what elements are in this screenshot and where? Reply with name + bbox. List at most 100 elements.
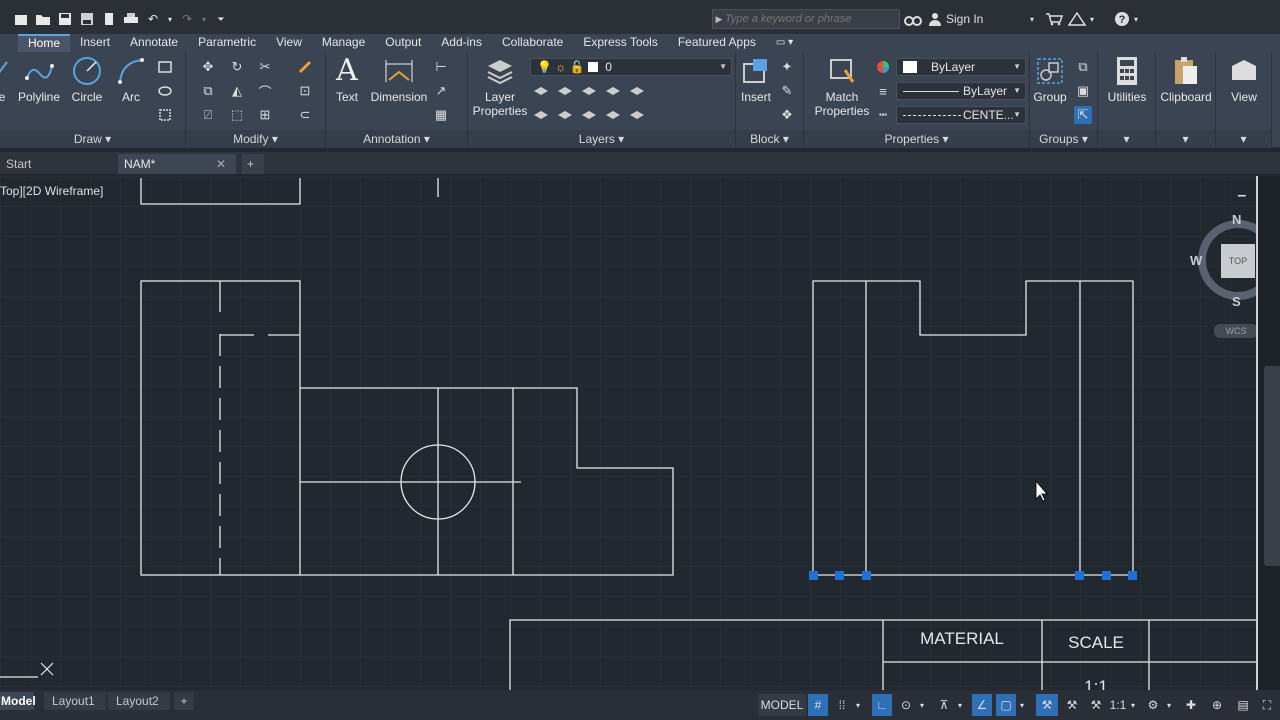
- search-input[interactable]: [725, 10, 899, 28]
- snap-dropdown-icon[interactable]: ▾: [852, 694, 864, 716]
- polyline-button[interactable]: Polyline: [14, 56, 64, 104]
- object-snap-icon[interactable]: ▢: [996, 694, 1016, 716]
- ribbon-options-icon[interactable]: ▭ ▾: [766, 34, 803, 52]
- ungroup-icon[interactable]: ⧉: [1074, 58, 1092, 76]
- open-folder-icon[interactable]: [34, 11, 52, 27]
- ortho-icon[interactable]: ∟: [872, 694, 892, 716]
- polar-icon[interactable]: ⊙: [896, 694, 916, 716]
- customize-qat-icon[interactable]: ⏷: [212, 11, 230, 27]
- binoculars-icon[interactable]: [904, 9, 922, 29]
- leader-icon[interactable]: ↗: [432, 82, 450, 100]
- tab-layout2[interactable]: Layout2: [108, 692, 170, 710]
- dimension-button[interactable]: Dimension: [368, 56, 430, 104]
- tab-layout1[interactable]: Layout1: [44, 692, 106, 710]
- save-as-icon[interactable]: [78, 11, 96, 27]
- app-dropdown-icon[interactable]: ▾: [1090, 9, 1094, 29]
- close-tab-icon[interactable]: ✕: [216, 154, 226, 174]
- tab-drawing-nam[interactable]: NAM* ✕: [118, 154, 236, 174]
- table-icon[interactable]: ▦: [432, 106, 450, 124]
- compass-south[interactable]: S: [1232, 294, 1241, 309]
- insert-button[interactable]: Insert: [738, 56, 774, 104]
- move-icon[interactable]: ✥: [199, 58, 217, 76]
- linetype-icon[interactable]: ┅: [874, 106, 892, 124]
- utilities-button[interactable]: Utilities: [1102, 56, 1152, 104]
- tab-model[interactable]: Model: [0, 692, 36, 710]
- drawing-area[interactable]: MATERIAL SCALE 1:1 TOP N S W E WCS: [0, 176, 1256, 690]
- lineweight-dropdown[interactable]: ByLayer ▼: [896, 82, 1026, 100]
- annotation-scale-value[interactable]: 1:1: [1108, 694, 1128, 716]
- array-icon[interactable]: ⊞: [256, 106, 274, 124]
- layer-previous-icon[interactable]: [532, 106, 550, 124]
- web-mobile-icon[interactable]: [100, 11, 118, 27]
- layer-dropdown[interactable]: 💡 ☼ 🔓 0 ▼: [530, 58, 732, 76]
- properties-panel-title[interactable]: Properties ▾: [804, 130, 1029, 148]
- circle-button[interactable]: Circle: [66, 56, 108, 104]
- view-panel-title[interactable]: ▾: [1216, 130, 1271, 148]
- group-edit-icon[interactable]: ▣: [1074, 82, 1092, 100]
- grid-toggle-icon[interactable]: #: [808, 694, 828, 716]
- wcs-menu[interactable]: WCS: [1214, 324, 1256, 338]
- compass-west[interactable]: W: [1190, 253, 1202, 268]
- new-layout-icon[interactable]: +: [174, 692, 194, 710]
- isodraft-icon[interactable]: ⊼: [934, 694, 954, 716]
- clean-screen-icon[interactable]: ⛶: [1256, 694, 1278, 716]
- annotation-panel-title[interactable]: Annotation ▾: [326, 130, 467, 148]
- rotate-icon[interactable]: ↻: [228, 58, 246, 76]
- tab-add-ins[interactable]: Add-ins: [431, 34, 492, 52]
- viewport-minimize-icon[interactable]: ▁: [1238, 186, 1246, 197]
- save-icon[interactable]: [56, 11, 74, 27]
- tab-collaborate[interactable]: Collaborate: [492, 34, 573, 52]
- annotation-visibility-icon[interactable]: ⚒: [1036, 694, 1058, 716]
- help-icon[interactable]: ?: [1114, 9, 1130, 29]
- isodraft-dropdown-icon[interactable]: ▾: [954, 694, 966, 716]
- workspace-dropdown-icon[interactable]: ▾: [1164, 694, 1174, 716]
- workspace-gear-icon[interactable]: ⚙: [1142, 694, 1164, 716]
- tab-featured-apps[interactable]: Featured Apps: [668, 34, 766, 52]
- annotation-scale-icon[interactable]: ⚒: [1086, 694, 1106, 716]
- viewport-controls-label[interactable]: Top][2D Wireframe]: [0, 184, 103, 198]
- layer-off-icon[interactable]: [532, 82, 550, 100]
- search-expand-icon[interactable]: ▶: [713, 14, 725, 25]
- new-tab-icon[interactable]: +: [242, 154, 264, 174]
- group-selection-icon[interactable]: ⇱: [1074, 106, 1092, 124]
- help-dropdown-icon[interactable]: ▾: [1134, 9, 1138, 29]
- tab-express-tools[interactable]: Express Tools: [573, 34, 667, 52]
- stretch-icon[interactable]: ⍁: [199, 106, 217, 124]
- navbar-strip[interactable]: [1264, 366, 1280, 566]
- layer-freeze-icon[interactable]: [580, 82, 598, 100]
- sign-in-dropdown-icon[interactable]: ▾: [1030, 9, 1034, 29]
- layers-panel-title[interactable]: Layers ▾: [468, 130, 735, 148]
- line-button[interactable]: e: [0, 56, 10, 104]
- block-panel-title[interactable]: Block ▾: [736, 130, 803, 148]
- arc-button[interactable]: Arc: [114, 56, 148, 104]
- erase-icon[interactable]: [296, 58, 314, 76]
- undo-dropdown-icon[interactable]: ▾: [166, 11, 174, 27]
- layer-delete-icon[interactable]: [604, 106, 622, 124]
- model-space-button[interactable]: MODEL: [758, 694, 806, 716]
- color-wheel-icon[interactable]: [874, 58, 892, 76]
- edit-block-icon[interactable]: ✎: [778, 82, 796, 100]
- group-button[interactable]: Group: [1030, 56, 1070, 104]
- block-attribute-icon[interactable]: ❖: [778, 106, 796, 124]
- viewcube[interactable]: TOP N S W E: [1190, 212, 1256, 309]
- autodesk-app-icon[interactable]: [1068, 9, 1086, 29]
- redo-dropdown-icon[interactable]: ▾: [200, 11, 208, 27]
- utilities-panel-title[interactable]: ▾: [1098, 130, 1155, 148]
- tab-manage[interactable]: Manage: [312, 34, 375, 52]
- new-file-icon[interactable]: [12, 11, 30, 27]
- plot-icon[interactable]: [122, 11, 140, 27]
- annotation-monitor-icon[interactable]: ✚: [1180, 694, 1202, 716]
- tab-annotate[interactable]: Annotate: [120, 34, 188, 52]
- groups-panel-title[interactable]: Groups ▾: [1030, 130, 1097, 148]
- layer-copy-icon[interactable]: [628, 106, 646, 124]
- annoscale-dropdown-icon[interactable]: ▾: [1128, 694, 1138, 716]
- layer-lock-icon[interactable]: [604, 82, 622, 100]
- text-button[interactable]: A Text: [332, 56, 362, 105]
- copy-icon[interactable]: ⧉: [199, 82, 217, 100]
- match-properties-button[interactable]: Match Properties: [814, 56, 870, 118]
- color-dropdown[interactable]: ByLayer ▼: [896, 58, 1026, 76]
- hatch-icon[interactable]: [156, 82, 174, 100]
- tab-home[interactable]: Home: [18, 34, 71, 52]
- draw-panel-title[interactable]: Draw ▾: [0, 130, 185, 148]
- auto-scale-icon[interactable]: ⚒: [1062, 694, 1082, 716]
